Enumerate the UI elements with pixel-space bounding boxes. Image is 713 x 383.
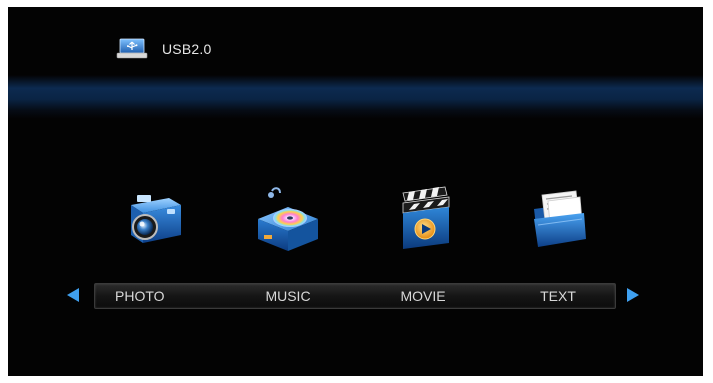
header-glow-band (8, 75, 703, 119)
usb-drive-icon (116, 38, 148, 59)
menu-item-photo[interactable]: PHOTO (115, 284, 185, 308)
source-label: USB2.0 (162, 41, 212, 57)
right-arrow-icon[interactable] (626, 287, 640, 303)
menu-item-movie[interactable]: MOVIE (378, 284, 468, 308)
menu-item-text[interactable]: TEXT (523, 284, 593, 308)
media-category-bar: PHOTO MUSIC MOVIE TEXT (94, 283, 616, 309)
music-disc-icon[interactable] (252, 185, 322, 255)
left-arrow-icon[interactable] (66, 287, 80, 303)
menu-item-music[interactable]: MUSIC (243, 284, 333, 308)
media-player-screen: USB2.0 PHOTO MUSIC MOVIE TEXT (8, 7, 703, 376)
document-folder-icon[interactable] (524, 185, 594, 255)
source-indicator: USB2.0 (116, 37, 211, 61)
camera-icon[interactable] (117, 185, 187, 255)
film-clapper-icon[interactable] (389, 185, 459, 255)
